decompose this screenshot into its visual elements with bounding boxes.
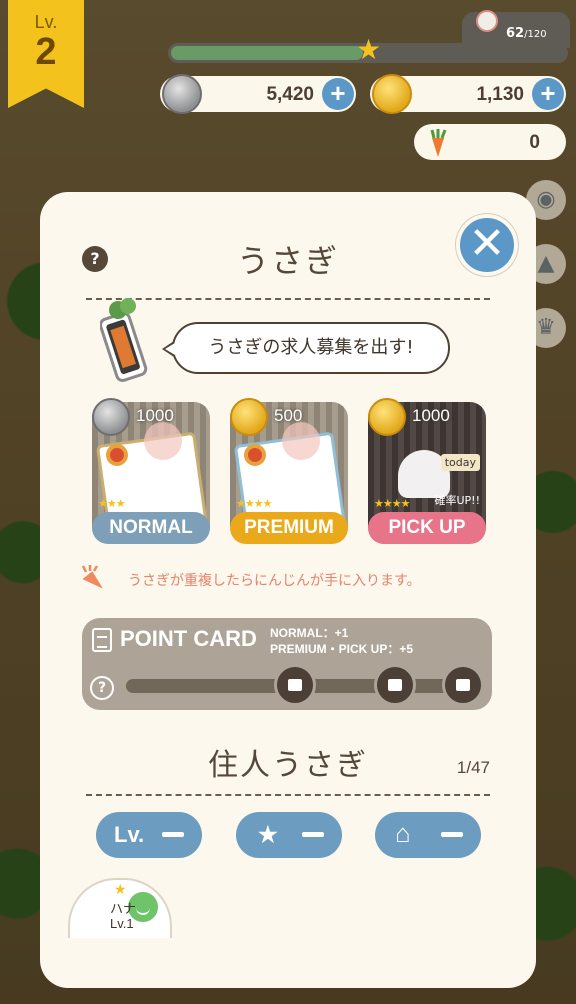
cost-value: 1000 [412,406,450,425]
rate-up-text: 確率UP!! [434,494,480,507]
bunny-face-icon [144,422,182,460]
point-card-panel: POINT CARD NORMAL：+1 PREMIUM・PICK UP：+5 … [82,618,492,710]
today-badge: today [440,454,480,471]
gift-icon[interactable] [442,664,484,706]
seal-icon [106,444,128,466]
point-card-title: POINT CARD [120,626,257,651]
bunny-level: Lv.1 [110,916,134,931]
carrot-note: うさぎが重複したらにんじんが手に入ります。 [80,564,500,594]
minus-icon [302,832,324,837]
cost-value: 500 [274,406,303,425]
carrot-note-text: うさぎが重複したらにんじんが手に入ります。 [128,573,421,589]
point-card-note-normal: NORMAL：+1 [270,626,349,640]
rarity-stars: ★★★★ [236,497,272,510]
xp-current: 62 [506,26,525,41]
bunny-face-icon [476,10,498,32]
xp-progress-fill [171,46,363,60]
trophy-icon: ♛ [536,315,556,340]
normal-button[interactable]: NORMAL [92,512,210,544]
silver-coin-value: 5,420 [266,84,314,105]
speech-bubble: うさぎの求人募集を出す! [162,322,450,374]
carrot-value: 0 [529,132,540,153]
minus-icon [441,832,463,837]
sort-rarity-button[interactable]: ★ [236,812,342,858]
sort-house-button[interactable]: ⌂ [375,812,481,858]
hat-icon: ▲ [537,251,555,276]
carrot-icon [81,565,103,589]
gold-coin-icon [368,398,406,436]
bunny-name: ハナ [110,902,137,917]
camera-icon: ◉ [536,187,556,212]
gold-coin-counter: 1,130 + [370,74,566,114]
rarity-stars: ★★★ [98,497,126,510]
point-card-note-premium: PREMIUM・PICK UP：+5 [270,642,414,656]
add-gold-button[interactable]: + [532,78,564,110]
sort-level-label: Lv. [114,822,145,847]
star-icon: ★ [258,822,278,847]
recruit-modal: ? うさぎ ✕ うさぎの求人募集を出す! ★★★ 1000 NORMAL ★★★… [40,192,536,988]
silver-coin-counter: 5,420 + [160,74,356,114]
xp-readout: 62/120 [506,26,547,41]
carrot-counter: 0 [414,124,566,160]
seal-icon [244,444,266,466]
carrot-icon [430,129,447,157]
gold-coin-icon [372,74,412,114]
level-value: 2 [35,31,57,73]
point-card-help-button[interactable]: ? [90,676,114,700]
gift-icon[interactable] [274,664,316,706]
gold-coin-value: 1,130 [476,84,524,105]
minus-icon [162,832,184,837]
residents-count: 1/47 [456,758,490,777]
close-button[interactable]: ✕ [456,214,518,276]
gold-coin-icon [230,398,268,436]
xp-max: /120 [524,29,547,40]
star-icon: ★ [356,33,382,66]
divider [86,794,490,796]
level-label: Lv. [34,12,58,32]
silver-coin-icon [92,398,130,436]
bunny-face-icon [282,422,320,460]
silver-coin-icon [162,74,202,114]
premium-button[interactable]: PREMIUM [230,512,348,544]
close-icon: ✕ [468,218,506,269]
sort-level-button[interactable]: Lv. [96,812,202,858]
rarity-star-icon: ★ [114,882,127,898]
cost-value: 1000 [136,406,174,425]
house-icon: ⌂ [395,818,411,848]
gift-icon[interactable] [374,664,416,706]
bunny-list-item[interactable]: ★ ハナ Lv.1 [68,878,172,938]
document-icon [92,628,112,652]
add-silver-button[interactable]: + [322,78,354,110]
rarity-stars: ★★★★ [374,497,410,510]
recruit-poster-icon [100,298,148,382]
pickup-button[interactable]: PICK UP [368,512,486,544]
